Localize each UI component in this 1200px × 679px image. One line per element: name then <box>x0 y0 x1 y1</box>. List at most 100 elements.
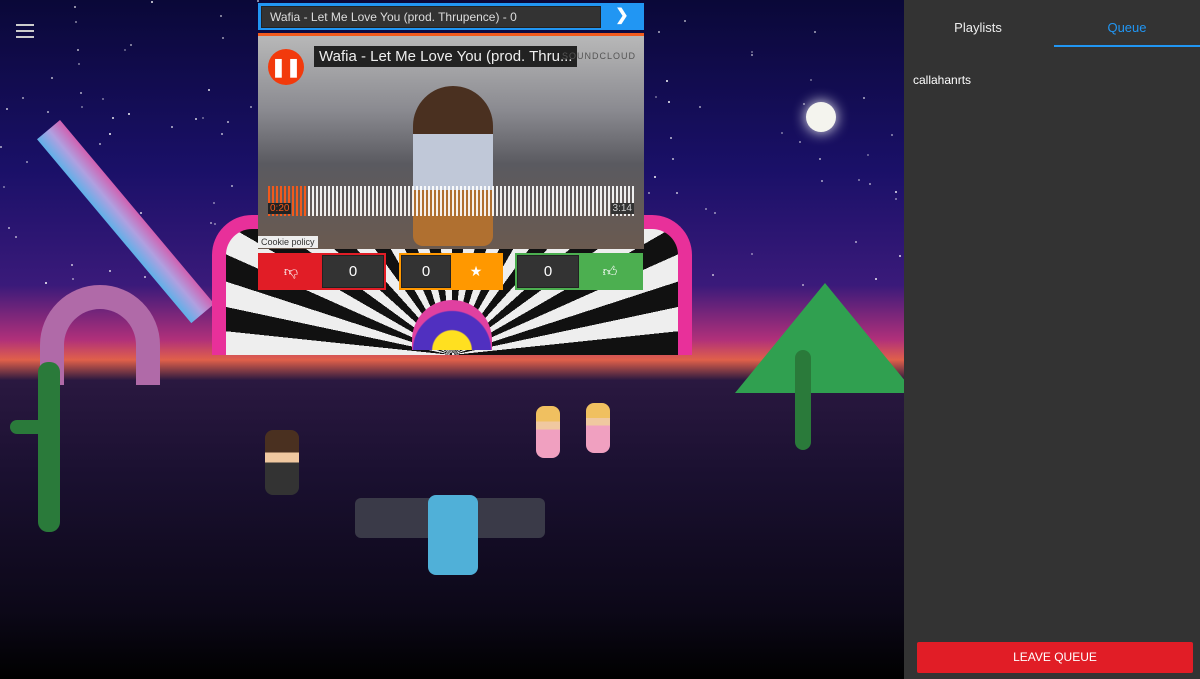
menu-icon[interactable] <box>16 24 34 38</box>
star <box>194 118 197 121</box>
current-time: 0:20 <box>268 203 292 214</box>
track-title[interactable]: Wafia - Let Me Love You (prod. Thru... <box>314 46 578 67</box>
pyramid <box>735 283 904 393</box>
star <box>867 154 870 157</box>
star <box>256 0 259 2</box>
star <box>230 184 233 187</box>
star <box>813 31 816 34</box>
star <box>894 190 897 193</box>
star <box>213 222 216 225</box>
star <box>71 277 74 280</box>
cookie-policy-link[interactable]: Cookie policy <box>258 236 318 248</box>
star <box>675 192 678 195</box>
star <box>750 252 753 255</box>
like-count: 0 <box>517 255 579 288</box>
star <box>705 207 708 210</box>
tab-playlists[interactable]: Playlists <box>904 0 1052 47</box>
chevron-right-icon[interactable]: ❯ <box>601 4 643 29</box>
star <box>0 146 3 149</box>
star <box>201 117 204 119</box>
grab-count: 0 <box>401 255 451 288</box>
star <box>810 79 813 82</box>
star <box>780 132 783 135</box>
star <box>170 125 173 128</box>
star <box>7 226 10 229</box>
total-time: 3:14 <box>610 203 634 214</box>
cactus <box>795 350 811 450</box>
sidebar: Playlists Queue callahanrts LEAVE QUEUE <box>904 0 1200 679</box>
star <box>6 107 9 110</box>
star <box>212 201 215 204</box>
star <box>51 77 54 80</box>
like-control: 0 👍︎ <box>515 253 643 290</box>
avatar-user[interactable] <box>265 430 299 495</box>
star <box>803 103 806 106</box>
cactus-arm <box>10 420 50 434</box>
star-icon[interactable]: ★ <box>451 255 501 288</box>
thumbs-down-icon[interactable]: 👎︎ <box>260 255 322 288</box>
star <box>74 20 77 23</box>
star <box>226 120 229 123</box>
soundcloud-player: ❚❚ Wafia - Let Me Love You (prod. Thru..… <box>258 33 644 249</box>
star <box>750 50 753 53</box>
star <box>45 281 48 284</box>
star <box>144 276 146 279</box>
star <box>98 143 101 146</box>
star <box>151 0 154 3</box>
star <box>855 240 858 243</box>
star <box>698 105 701 108</box>
star <box>26 161 29 164</box>
star <box>249 105 252 108</box>
star <box>76 48 79 51</box>
star <box>73 6 76 9</box>
artwork-figure <box>413 86 493 246</box>
avatar-user[interactable] <box>536 406 560 458</box>
leave-queue-button[interactable]: LEAVE QUEUE <box>917 642 1193 673</box>
star <box>210 221 213 224</box>
star <box>857 178 860 181</box>
waveform[interactable] <box>268 186 634 216</box>
thumbs-up-icon[interactable]: 👍︎ <box>579 255 641 288</box>
star <box>869 182 872 185</box>
star <box>123 49 126 52</box>
star <box>819 158 822 161</box>
star <box>658 30 661 33</box>
avatar-user[interactable] <box>586 403 610 453</box>
star <box>899 254 902 257</box>
star <box>670 136 673 139</box>
star <box>220 132 223 135</box>
star <box>79 91 82 94</box>
star <box>863 97 866 100</box>
star <box>750 53 753 56</box>
pause-icon[interactable]: ❚❚ <box>268 49 304 85</box>
dislike-count: 0 <box>322 255 384 288</box>
star <box>21 97 24 100</box>
star <box>130 44 133 47</box>
track-search-input[interactable]: Wafia - Let Me Love You (prod. Thrupence… <box>261 6 601 28</box>
queue-item: callahanrts <box>913 73 972 87</box>
star <box>666 80 669 82</box>
soundcloud-logo[interactable]: SOUNDCLOUD <box>562 51 636 61</box>
star <box>109 133 112 136</box>
star <box>111 117 114 120</box>
dislike-control: 👎︎ 0 <box>258 253 386 290</box>
star <box>648 191 651 194</box>
star <box>220 15 223 18</box>
star <box>3 185 6 188</box>
star <box>799 141 802 144</box>
star <box>711 274 714 277</box>
star <box>15 235 18 238</box>
star <box>895 197 898 200</box>
star <box>77 63 80 66</box>
star <box>101 98 104 101</box>
star <box>127 113 130 116</box>
star <box>208 88 211 91</box>
star <box>684 20 687 22</box>
dj-avatar[interactable] <box>428 495 478 575</box>
tab-queue[interactable]: Queue <box>1054 0 1200 47</box>
star <box>671 158 674 161</box>
star <box>108 269 111 272</box>
star <box>890 133 893 136</box>
moon <box>806 102 836 132</box>
star <box>80 105 83 108</box>
